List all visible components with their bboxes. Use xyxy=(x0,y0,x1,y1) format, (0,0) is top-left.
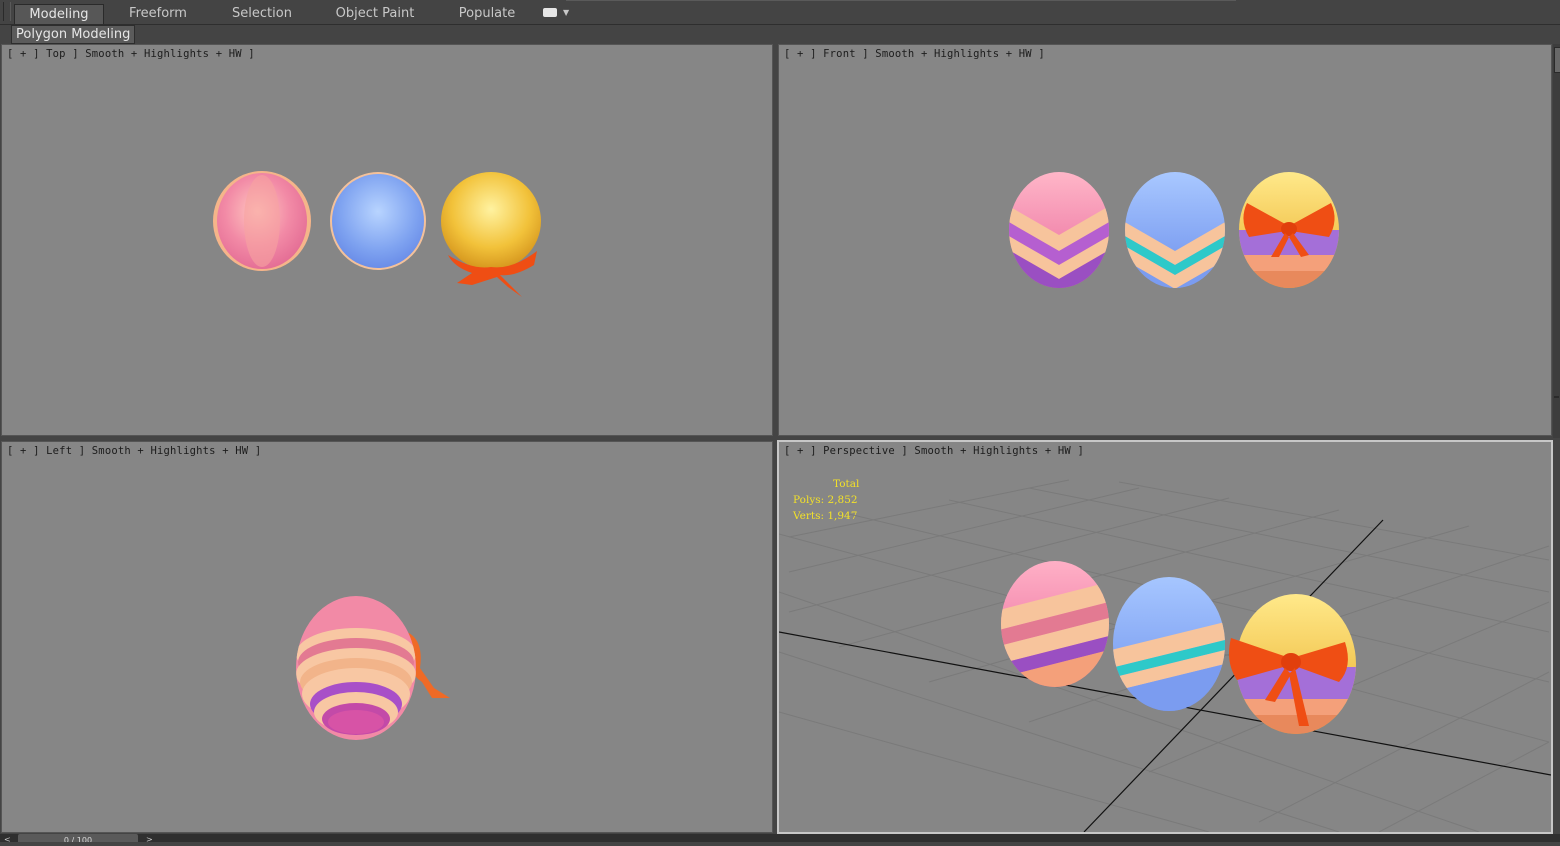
time-slider-thumb[interactable]: 0 / 100 xyxy=(18,834,138,842)
time-slider-bar: < 0 / 100 > xyxy=(0,834,1560,844)
ribbon-panel-bar: Polygon Modeling xyxy=(0,25,1560,44)
pink-egg-left[interactable] xyxy=(296,596,450,740)
blue-egg-front[interactable] xyxy=(1123,172,1227,295)
viewport-top[interactable]: [ + ] Top ] Smooth + Highlights + HW ] xyxy=(1,44,773,436)
tab-freeform[interactable]: Freeform xyxy=(118,4,198,23)
top-view-scene xyxy=(213,171,541,297)
tab-modeling[interactable]: Modeling xyxy=(14,4,104,24)
ribbon-grip-handle[interactable] xyxy=(3,2,11,21)
tab-selection[interactable]: Selection xyxy=(222,4,302,23)
command-panel-edge[interactable] xyxy=(1553,44,1560,438)
pink-egg-top[interactable] xyxy=(213,171,311,271)
gold-egg-perspective[interactable] xyxy=(1229,594,1358,737)
ribbon-divider xyxy=(566,0,1236,3)
left-view-scene xyxy=(296,596,450,740)
blue-egg-perspective[interactable] xyxy=(1111,577,1225,714)
pink-egg-front[interactable] xyxy=(1007,172,1111,295)
front-view-scene xyxy=(1007,172,1341,295)
viewport-perspective[interactable]: [ + ] Perspective ] Smooth + Highlights … xyxy=(777,440,1553,834)
ribbon-bar: Modeling Freeform Selection Object Paint… xyxy=(0,0,1560,25)
tab-populate[interactable]: Populate xyxy=(450,4,524,23)
gold-egg-front[interactable] xyxy=(1237,172,1341,291)
panel-divider-mark xyxy=(1554,396,1559,398)
blue-egg-top[interactable] xyxy=(330,172,426,270)
time-next-button[interactable]: > xyxy=(146,834,153,846)
viewport-front[interactable]: [ + ] Front ] Smooth + Highlights + HW ] xyxy=(778,44,1552,436)
tab-object-paint[interactable]: Object Paint xyxy=(330,4,420,23)
perspective-scene xyxy=(779,479,1551,832)
panel-scroll-thumb[interactable] xyxy=(1554,47,1560,73)
viewport-left[interactable]: [ + ] Left ] Smooth + Highlights + HW ] xyxy=(1,441,773,833)
time-prev-button[interactable]: < xyxy=(4,834,11,846)
ribbon-options-icon[interactable] xyxy=(543,8,557,17)
polygon-modeling-panel[interactable]: Polygon Modeling xyxy=(11,25,136,44)
chevron-down-icon[interactable]: ▼ xyxy=(563,7,569,19)
gold-egg-top[interactable] xyxy=(441,172,541,297)
pink-egg-perspective[interactable] xyxy=(999,561,1109,692)
